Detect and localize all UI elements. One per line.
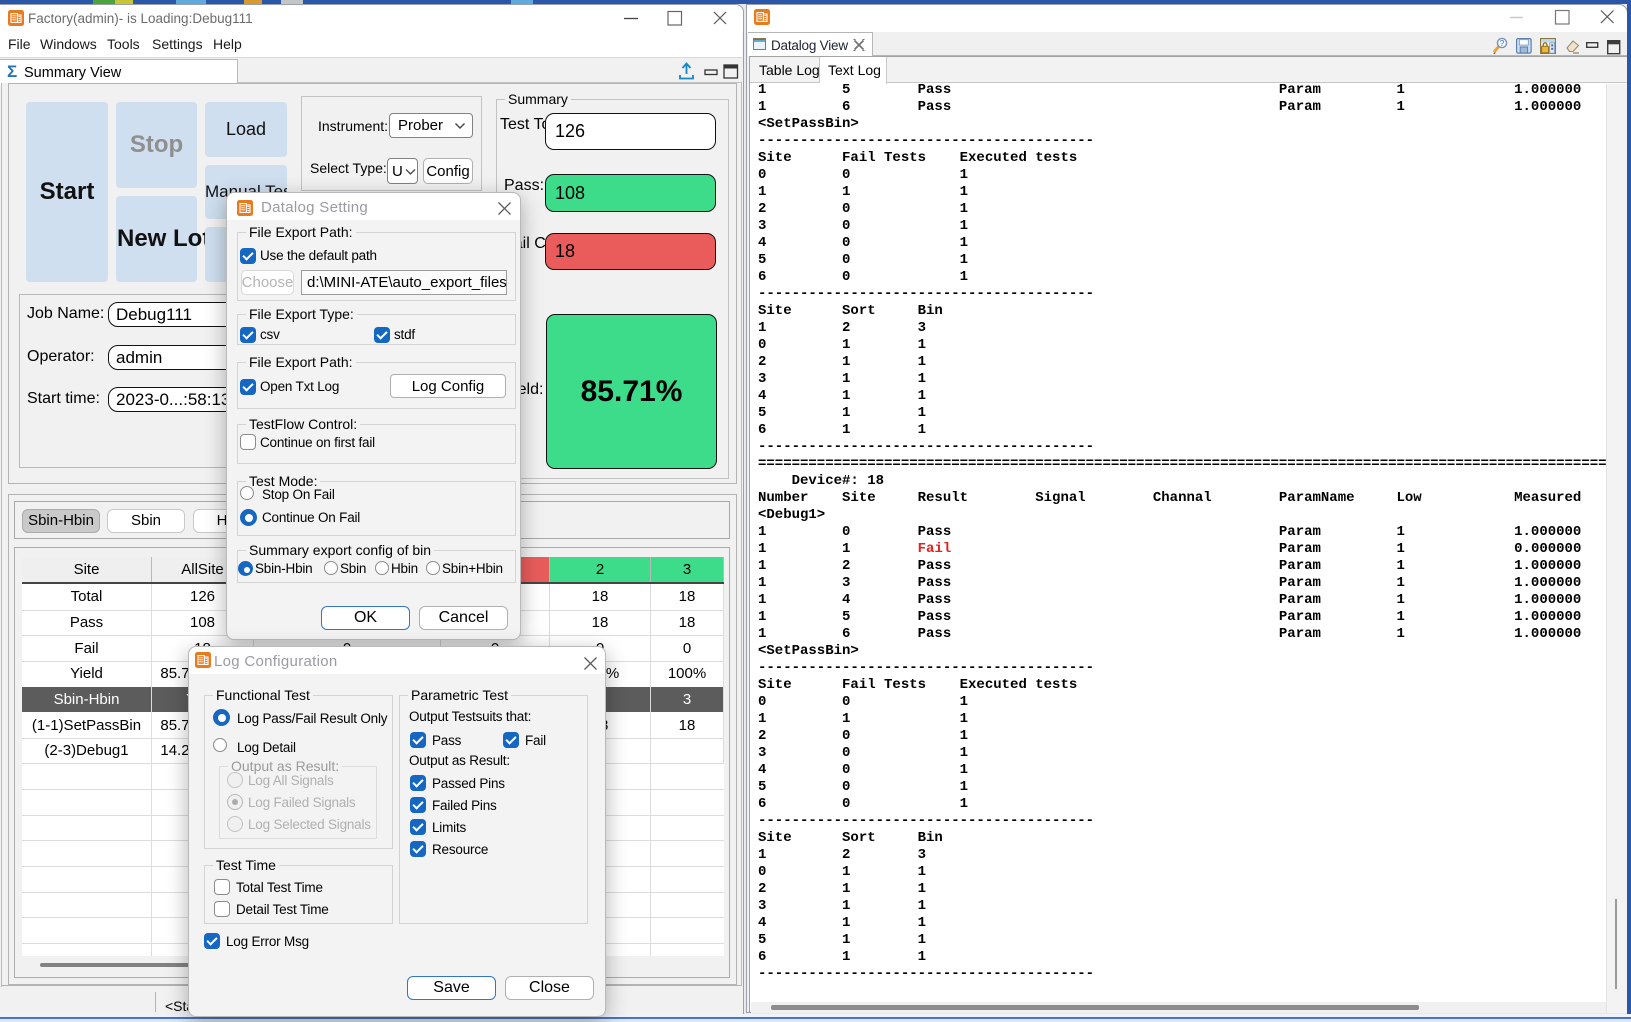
- svg-text:?: ?: [1500, 39, 1505, 48]
